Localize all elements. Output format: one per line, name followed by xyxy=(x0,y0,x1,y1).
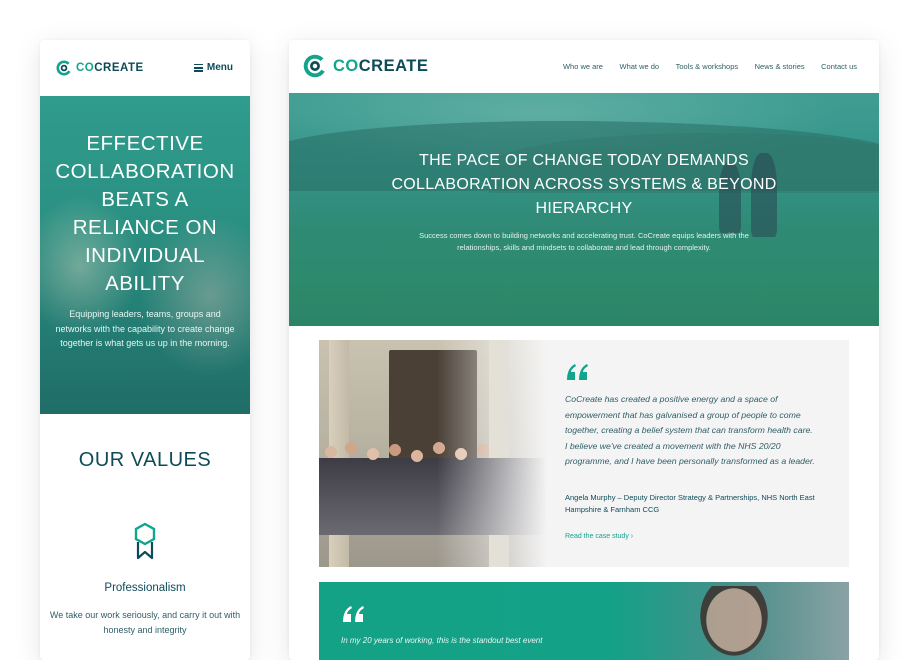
group-photo xyxy=(319,340,547,567)
cocreate-logo-icon xyxy=(303,54,327,78)
value-name: Professionalism xyxy=(104,582,186,594)
hero-title: THE PACE OF CHANGE TODAY DEMANDS COLLABO… xyxy=(391,152,777,217)
read-case-study-link[interactable]: Read the case study › xyxy=(565,533,633,540)
values-title: OUR VALUES xyxy=(78,449,212,471)
logo-wordmark: COCREATE xyxy=(76,62,144,74)
quote-icon xyxy=(567,364,588,380)
testimonial-author: Angela Murphy – Deputy Director Strategy… xyxy=(565,493,815,514)
nav-what-we-do[interactable]: What we do xyxy=(619,62,659,71)
nav-news-stories[interactable]: News & stories xyxy=(755,62,805,71)
hero-subtitle: Success comes down to building networks … xyxy=(419,231,749,252)
nav-who-we-are[interactable]: Who we are xyxy=(563,62,603,71)
logo[interactable]: COCREATE xyxy=(303,54,428,78)
testimonial-photo xyxy=(699,586,769,660)
hero-title: EFFECTIVE COLLABORATION BEATS A RELIANCE… xyxy=(55,132,235,295)
cocreate-logo-icon xyxy=(56,60,72,76)
hamburger-icon xyxy=(193,62,203,74)
testimonial-quote: CoCreate has created a positive energy a… xyxy=(565,394,815,466)
nav-tools-workshops[interactable]: Tools & workshops xyxy=(676,62,739,71)
quote-icon xyxy=(343,606,364,622)
logo-wordmark: COCREATE xyxy=(333,56,429,75)
mobile-hero: EFFECTIVE COLLABORATION BEATS A RELIANCE… xyxy=(40,96,250,414)
hero-subtitle: Equipping leaders, teams, groups and net… xyxy=(55,309,235,348)
main-nav: Who we are What we do Tools & workshops … xyxy=(546,62,857,71)
desktop-preview: COCREATE Who we are What we do Tools & w… xyxy=(289,40,879,660)
testimonial-card: CoCreate has created a positive energy a… xyxy=(319,340,849,567)
menu-label: Menu xyxy=(206,62,233,74)
logo[interactable]: COCREATE xyxy=(56,60,144,76)
desktop-hero: THE PACE OF CHANGE TODAY DEMANDS COLLABO… xyxy=(289,93,879,326)
mobile-preview: COCREATE Menu EFFECTIVE COLLABORATION BE… xyxy=(40,40,250,660)
testimonial-card-2: In my 20 years of working, this is the s… xyxy=(319,582,849,660)
value-description: We take our work seriously, and carry it… xyxy=(49,610,241,635)
menu-button[interactable]: Menu xyxy=(193,62,233,74)
nav-contact-us[interactable]: Contact us xyxy=(821,62,857,71)
award-badge-icon xyxy=(134,522,156,560)
